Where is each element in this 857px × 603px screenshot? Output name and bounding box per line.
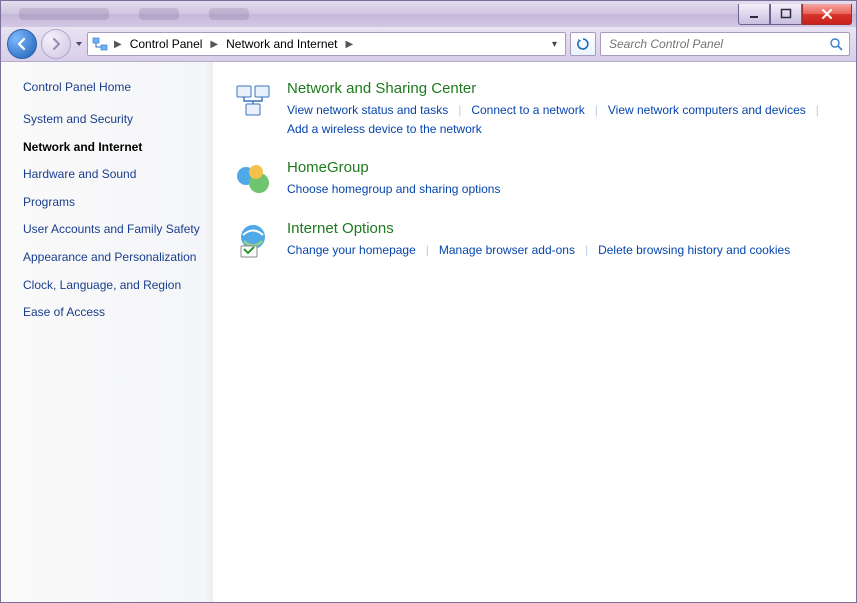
arrow-right-icon (49, 37, 63, 51)
task-link-view-network-computers-and-devices[interactable]: View network computers and devices (608, 101, 806, 120)
titlebar (1, 1, 856, 27)
search-input[interactable] (607, 36, 829, 52)
link-divider: | (585, 101, 608, 120)
category-row: Network and Sharing Center View network s… (233, 80, 836, 139)
sidebar-item-clock-language-and-region[interactable]: Clock, Language, and Region (23, 278, 203, 294)
close-icon (820, 8, 834, 20)
forward-button[interactable] (41, 29, 71, 59)
link-divider: | (416, 241, 439, 260)
network-and-sharing-center-icon (233, 80, 273, 120)
sidebar-item-ease-of-access[interactable]: Ease of Access (23, 305, 203, 321)
refresh-icon (576, 37, 590, 51)
category-body: HomeGroup Choose homegroup and sharing op… (287, 159, 836, 199)
sidebar-item-network-and-internet[interactable]: Network and Internet (23, 140, 203, 156)
homegroup-icon (233, 159, 273, 199)
link-divider: | (806, 101, 829, 120)
link-divider: | (575, 241, 598, 260)
category-title-network-and-sharing-center[interactable]: Network and Sharing Center (287, 80, 836, 97)
address-dropdown-icon[interactable]: ▾ (548, 39, 561, 50)
category-links: Change your homepage|Manage browser add-… (287, 241, 836, 260)
sidebar-item-appearance-and-personalization[interactable]: Appearance and Personalization (23, 250, 203, 266)
chevron-right-icon[interactable]: ▶ (112, 39, 124, 50)
close-button[interactable] (802, 4, 852, 25)
sidebar-item-user-accounts-and-family-safety[interactable]: User Accounts and Family Safety (23, 222, 203, 238)
category-row: HomeGroup Choose homegroup and sharing op… (233, 159, 836, 199)
task-link-add-a-wireless-device-to-the-network[interactable]: Add a wireless device to the network (287, 120, 482, 139)
maximize-button[interactable] (770, 4, 802, 25)
arrow-left-icon (15, 37, 29, 51)
refresh-button[interactable] (570, 32, 596, 56)
category-links: View network status and tasks|Connect to… (287, 101, 836, 139)
category-links: Choose homegroup and sharing options (287, 180, 836, 199)
category-row: Internet OptionsChange your homepage|Man… (233, 220, 836, 260)
window-body: Control Panel Home System and Security Ne… (1, 62, 856, 602)
category-title-homegroup[interactable]: HomeGroup (287, 159, 836, 176)
history-dropdown-icon[interactable] (75, 37, 83, 51)
window-controls (738, 4, 852, 24)
task-link-delete-browsing-history-and-cookies[interactable]: Delete browsing history and cookies (598, 241, 790, 260)
network-category-icon (92, 36, 108, 52)
navigation-bar: ▶ Control Panel ▶ Network and Internet ▶… (1, 27, 856, 62)
category-title-internet-options[interactable]: Internet Options (287, 220, 836, 237)
task-link-view-network-status-and-tasks[interactable]: View network status and tasks (287, 101, 448, 120)
maximize-icon (780, 8, 792, 20)
task-link-manage-browser-add-ons[interactable]: Manage browser add-ons (439, 241, 575, 260)
chevron-right-icon[interactable]: ▶ (208, 39, 220, 50)
task-link-change-your-homepage[interactable]: Change your homepage (287, 241, 416, 260)
control-panel-home-link[interactable]: Control Panel Home (23, 80, 203, 94)
internet-options-icon (233, 220, 273, 260)
breadcrumb-control-panel[interactable]: Control Panel (128, 37, 205, 51)
category-body: Network and Sharing Center View network s… (287, 80, 836, 139)
category-body: Internet OptionsChange your homepage|Man… (287, 220, 836, 260)
address-bar[interactable]: ▶ Control Panel ▶ Network and Internet ▶… (87, 32, 566, 56)
task-link-choose-homegroup-and-sharing-options[interactable]: Choose homegroup and sharing options (287, 180, 500, 199)
content-pane: Network and Sharing Center View network s… (213, 62, 856, 602)
chevron-right-icon[interactable]: ▶ (344, 39, 356, 50)
sidebar-item-hardware-and-sound[interactable]: Hardware and Sound (23, 167, 203, 183)
link-divider: | (448, 101, 471, 120)
back-button[interactable] (7, 29, 37, 59)
sidebar-item-programs[interactable]: Programs (23, 195, 203, 211)
sidebar: Control Panel Home System and Security Ne… (1, 62, 213, 602)
control-panel-window: ▶ Control Panel ▶ Network and Internet ▶… (0, 0, 857, 603)
minimize-button[interactable] (738, 4, 770, 25)
breadcrumb-network-and-internet[interactable]: Network and Internet (224, 37, 339, 51)
task-link-connect-to-a-network[interactable]: Connect to a network (471, 101, 584, 120)
titlebar-blur-region (9, 8, 738, 20)
search-icon[interactable] (829, 37, 843, 51)
search-box[interactable] (600, 32, 850, 56)
sidebar-item-system-and-security[interactable]: System and Security (23, 112, 203, 128)
minimize-icon (748, 8, 760, 20)
